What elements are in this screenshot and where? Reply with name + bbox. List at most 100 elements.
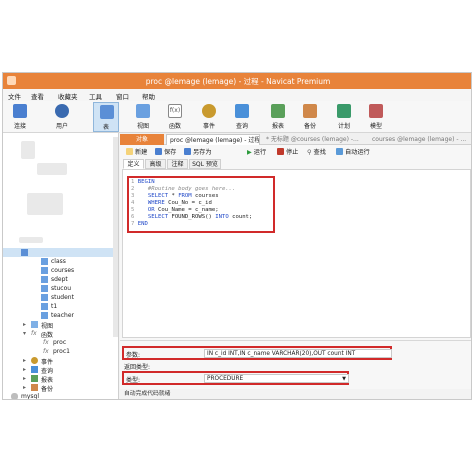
tree-node-database[interactable]: mysql bbox=[3, 392, 118, 399]
menu-favorites[interactable]: 收藏夹 bbox=[58, 91, 78, 101]
tree-item-table[interactable]: sdept bbox=[3, 275, 118, 284]
function-button[interactable]: f(x) 函数 bbox=[162, 102, 188, 132]
subtab-definition[interactable]: 定义 bbox=[123, 159, 144, 169]
tab-untitled[interactable]: * 无标题 @courses (lemage) -... bbox=[263, 134, 367, 145]
blurred-connection-icon bbox=[21, 141, 35, 159]
database-icon bbox=[11, 393, 18, 399]
blurred-database-name bbox=[19, 237, 43, 243]
subtab-sql-preview[interactable]: SQL 预览 bbox=[189, 159, 221, 169]
object-navigator[interactable]: class courses sdept stucou student t1 te… bbox=[3, 133, 119, 399]
model-button[interactable]: 模型 bbox=[363, 102, 389, 132]
event-icon bbox=[202, 104, 216, 118]
find-button[interactable]: ⚲ 查找 bbox=[307, 148, 326, 158]
definition-subtabs: 定义 高级 注释 SQL 预览 bbox=[120, 159, 471, 169]
expand-arrow-icon[interactable]: ▸ bbox=[23, 321, 26, 328]
expand-arrow-icon[interactable]: ▸ bbox=[23, 366, 26, 373]
menu-window[interactable]: 窗口 bbox=[116, 91, 129, 101]
tree-item-table[interactable]: t1 bbox=[3, 302, 118, 311]
procedure-body-highlight[interactable]: 1 BEGIN 2 #Routine body goes here... 3 S… bbox=[127, 176, 275, 233]
search-icon: ⚲ bbox=[307, 149, 312, 156]
connection-button[interactable]: 连接 bbox=[7, 102, 33, 132]
table-folder-icon bbox=[21, 249, 28, 256]
tab-courses[interactable]: courses @lemage (lemage) - ... bbox=[369, 134, 469, 145]
table-icon bbox=[100, 105, 114, 119]
menu-file[interactable]: 文件 bbox=[8, 91, 21, 101]
document-tabs: 对象 proc @lemage (lemage) - 过程 * 无标题 @cou… bbox=[120, 133, 471, 145]
menu-help[interactable]: 帮助 bbox=[142, 91, 155, 101]
tree-item-table[interactable]: courses bbox=[3, 266, 118, 275]
blurred-connection-name bbox=[37, 163, 67, 175]
tree-item-table[interactable]: teacher bbox=[3, 311, 118, 320]
user-button[interactable]: 用户 bbox=[49, 102, 75, 132]
report-button[interactable]: 报表 bbox=[265, 102, 291, 132]
keyword-end: END bbox=[137, 221, 148, 227]
tree-node-backups[interactable]: ▸ 备份 bbox=[3, 383, 118, 393]
event-button[interactable]: 事件 bbox=[196, 102, 222, 132]
menu-tools[interactable]: 工具 bbox=[89, 91, 102, 101]
model-icon bbox=[369, 104, 383, 118]
chevron-down-icon: ▼ bbox=[342, 376, 346, 382]
save-button[interactable]: 保存 bbox=[155, 148, 176, 158]
schedule-icon bbox=[337, 104, 351, 118]
tab-proc[interactable]: proc @lemage (lemage) - 过程 bbox=[166, 134, 260, 145]
query-button[interactable]: 查询 bbox=[229, 102, 255, 132]
new-icon bbox=[126, 148, 133, 155]
function-icon: f(x) bbox=[168, 104, 182, 118]
tree-node-queries[interactable]: ▸ 查询 bbox=[3, 365, 118, 375]
code-comment: #Routine body goes here... bbox=[147, 186, 236, 192]
type-label: 类型: bbox=[126, 377, 141, 384]
event-icon bbox=[31, 357, 38, 364]
return-type-label: 返回类型: bbox=[124, 364, 151, 371]
backup-button[interactable]: 备份 bbox=[297, 102, 323, 132]
menu-bar: 文件 查看 收藏夹 工具 窗口 帮助 bbox=[3, 89, 471, 101]
tree-node-tables[interactable] bbox=[3, 248, 118, 257]
tab-objects[interactable]: 对象 bbox=[120, 134, 164, 145]
table-icon bbox=[41, 312, 48, 319]
view-button[interactable]: 视图 bbox=[130, 102, 156, 132]
tree-item-table[interactable]: stucou bbox=[3, 284, 118, 293]
table-button[interactable]: 表 bbox=[93, 102, 119, 132]
function-folder-icon: fx bbox=[31, 330, 37, 337]
auto-run-button[interactable]: 自动运行 bbox=[336, 148, 370, 158]
blurred-database-list bbox=[27, 193, 63, 215]
parameters-input[interactable]: IN c_id INT,IN c_name VARCHAR(20),OUT co… bbox=[204, 349, 392, 358]
subtab-comment[interactable]: 注释 bbox=[167, 159, 188, 169]
tree-node-events[interactable]: ▸ 事件 bbox=[3, 356, 118, 366]
report-icon bbox=[271, 104, 285, 118]
window-title: proc @lemage (lemage) - 过程 - Navicat Pre… bbox=[145, 77, 331, 86]
line-number: 4 bbox=[131, 200, 135, 206]
run-button[interactable]: ▶ 运行 bbox=[247, 148, 266, 158]
function-icon: fx bbox=[43, 348, 49, 355]
menu-view[interactable]: 查看 bbox=[31, 91, 44, 101]
tree-item-function[interactable]: fx proc1 bbox=[3, 347, 118, 356]
table-icon bbox=[41, 303, 48, 310]
expand-arrow-icon[interactable]: ▸ bbox=[23, 375, 26, 382]
tree-node-views[interactable]: ▸ 视图 bbox=[3, 320, 118, 330]
expand-arrow-icon[interactable]: ▸ bbox=[23, 357, 26, 364]
tree-item-function[interactable]: fx proc bbox=[3, 338, 118, 347]
tree-node-reports[interactable]: ▸ 报表 bbox=[3, 374, 118, 384]
stop-button[interactable]: 停止 bbox=[277, 148, 298, 158]
type-dropdown[interactable]: PROCEDURE ▼ bbox=[204, 374, 349, 383]
table-icon bbox=[41, 258, 48, 265]
form-divider bbox=[120, 340, 471, 341]
save-as-button[interactable]: 另存为 bbox=[184, 148, 212, 158]
line-number: 6 bbox=[131, 214, 135, 220]
expand-arrow-icon[interactable]: ▸ bbox=[23, 384, 26, 391]
schedule-button[interactable]: 计划 bbox=[331, 102, 357, 132]
subtab-advanced[interactable]: 高级 bbox=[145, 159, 166, 169]
table-icon bbox=[41, 276, 48, 283]
main-toolbar: 连接 用户 表 视图 f(x) 函数 事件 查询 报表 备份 计划 模型 bbox=[3, 101, 471, 133]
table-icon bbox=[41, 267, 48, 274]
backup-icon bbox=[303, 104, 317, 118]
title-bar[interactable]: proc @lemage (lemage) - 过程 - Navicat Pre… bbox=[3, 73, 471, 89]
tree-item-table[interactable]: student bbox=[3, 293, 118, 302]
new-button[interactable]: 新建 bbox=[126, 148, 147, 158]
tree-node-functions[interactable]: ▾ fx 函数 bbox=[3, 329, 118, 339]
save-as-icon bbox=[184, 148, 191, 155]
run-icon: ▶ bbox=[247, 149, 252, 156]
tree-item-table[interactable]: class bbox=[3, 257, 118, 266]
collapse-arrow-icon[interactable]: ▾ bbox=[23, 330, 26, 337]
view-folder-icon bbox=[31, 321, 38, 328]
navigator-scrollbar[interactable] bbox=[113, 137, 118, 337]
